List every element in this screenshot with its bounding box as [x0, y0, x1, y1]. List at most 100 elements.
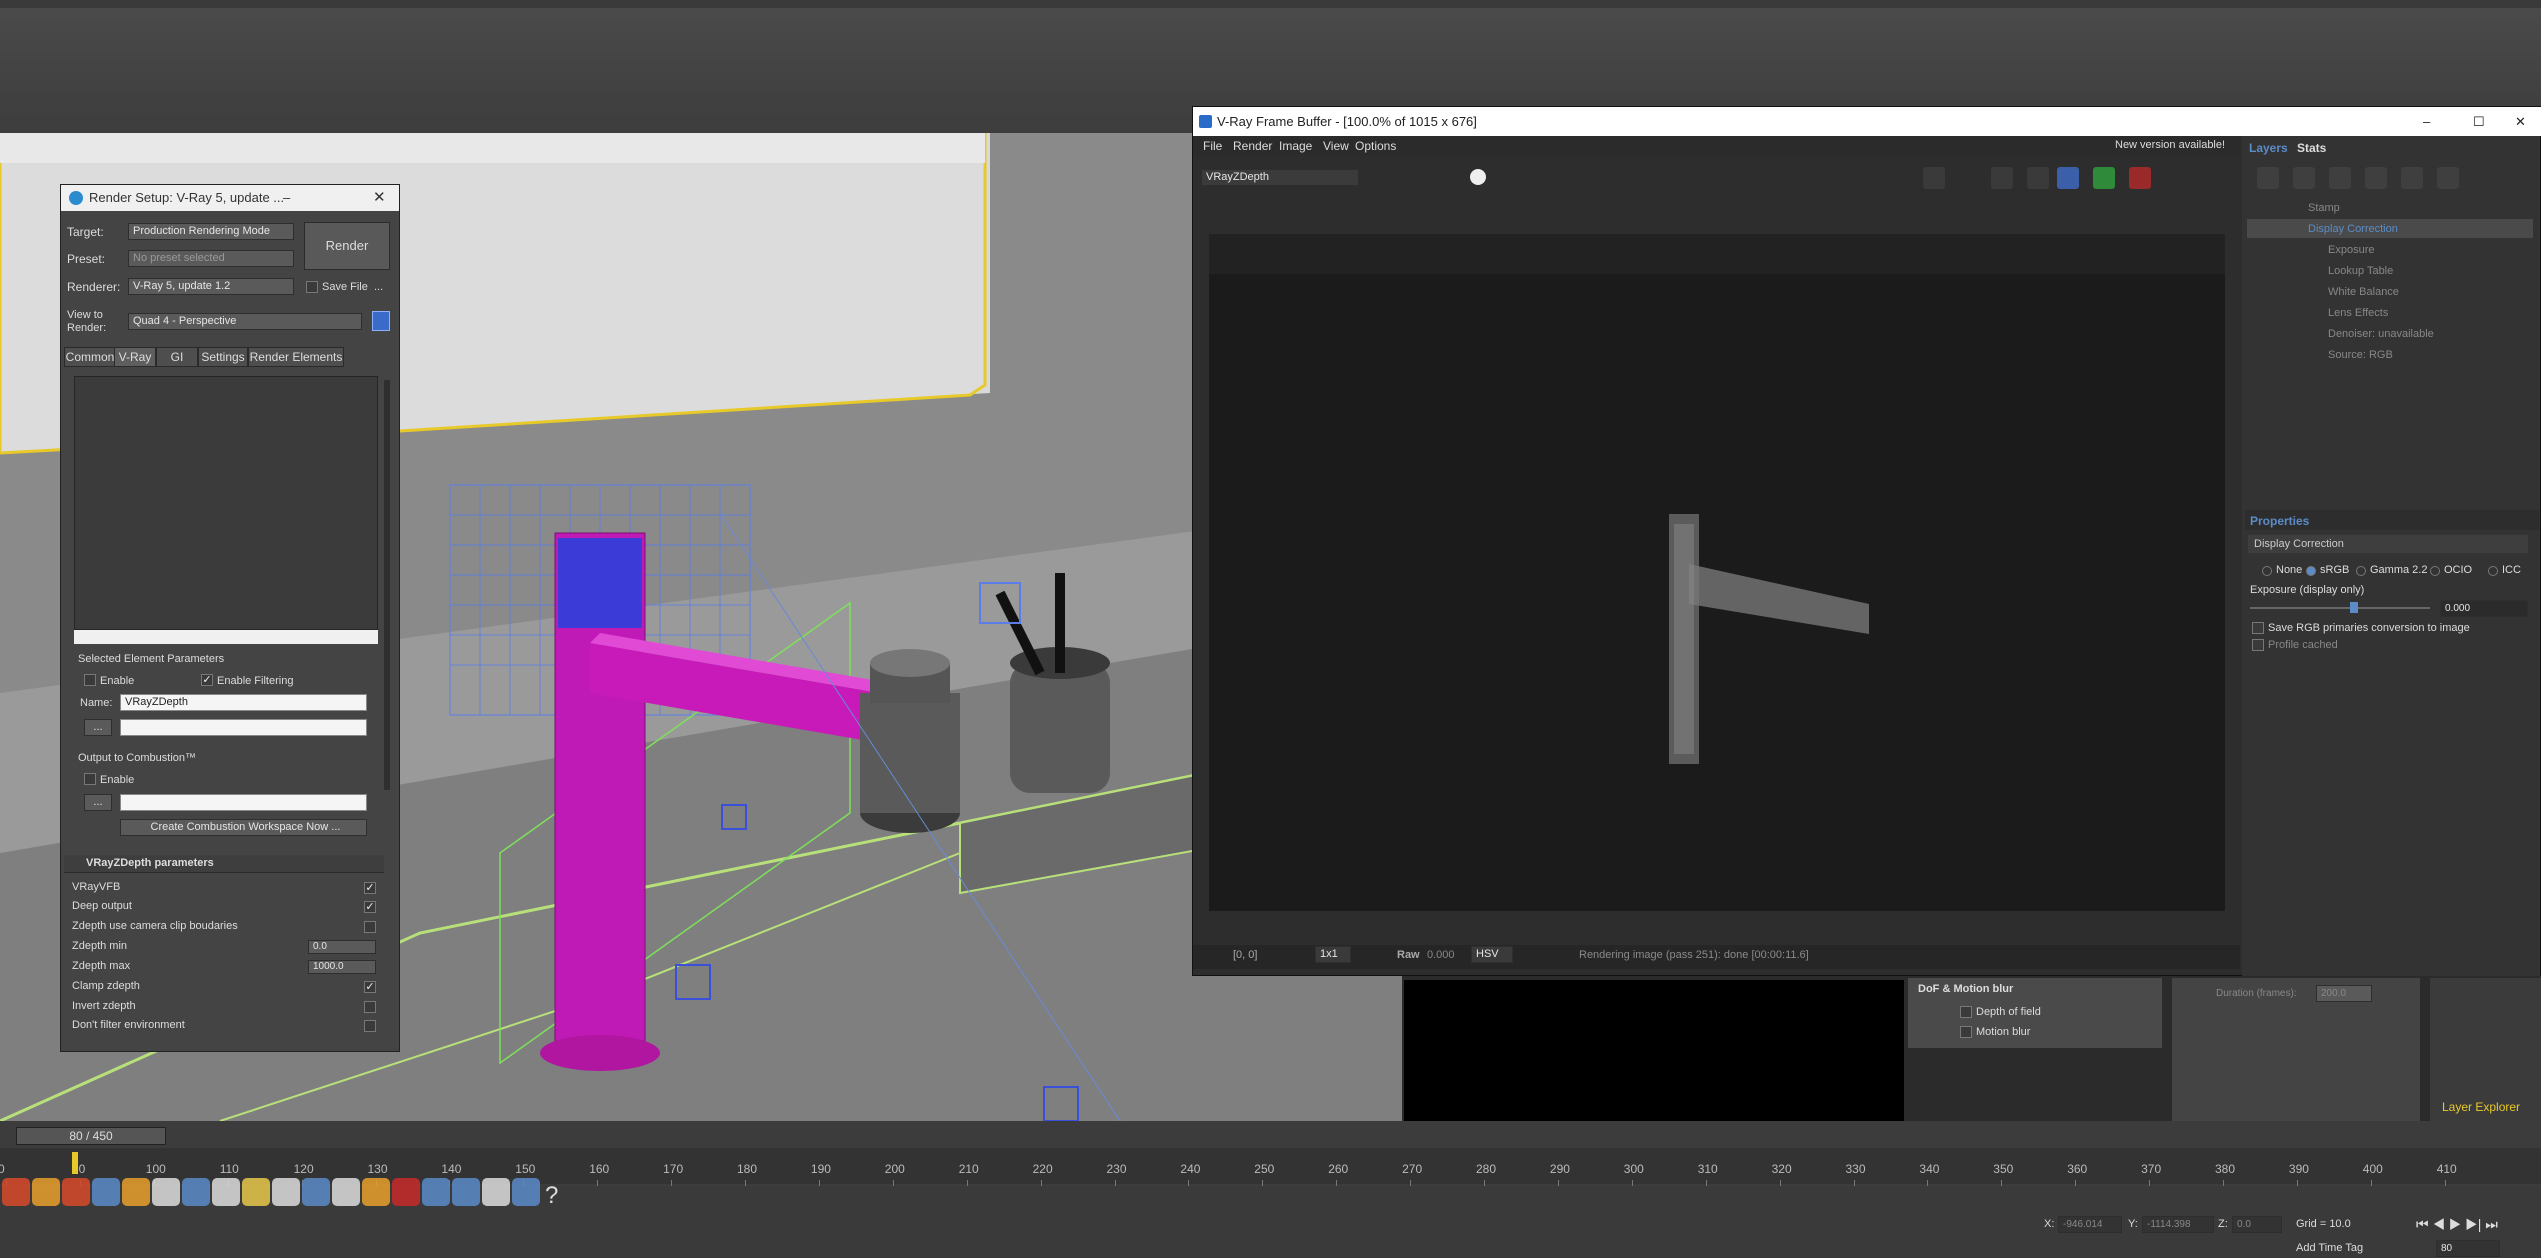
- tab-settings[interactable]: Settings: [198, 347, 248, 367]
- vray-toolbar-icon[interactable]: [92, 1178, 120, 1206]
- vray-toolbar-icon[interactable]: [182, 1178, 210, 1206]
- vray-toolbar-icon[interactable]: [62, 1178, 90, 1206]
- layer-source-rgb[interactable]: Source: RGB: [2328, 349, 2393, 361]
- vray-toolbar-icon[interactable]: [32, 1178, 60, 1206]
- create-combustion-button[interactable]: Create Combustion Workspace Now ...: [120, 819, 367, 836]
- vray-toolbar-icon[interactable]: [212, 1178, 240, 1206]
- z-coord-field[interactable]: 0.0: [2232, 1216, 2282, 1233]
- exposure-slider-handle[interactable]: [2350, 602, 2358, 613]
- close-button[interactable]: ✕: [373, 185, 386, 211]
- list-icon[interactable]: [2401, 167, 2423, 189]
- list-scrollbar[interactable]: [74, 630, 378, 644]
- vray-toolbar-icon[interactable]: [392, 1178, 420, 1206]
- menu-file[interactable]: File: [1203, 139, 1222, 153]
- exposure-slider[interactable]: [2250, 607, 2430, 609]
- combustion-enable-checkbox[interactable]: [84, 773, 96, 785]
- tab-common[interactable]: Common: [64, 347, 116, 367]
- clamp-zdepth-checkbox[interactable]: ✓: [364, 981, 376, 993]
- radio-srgb[interactable]: [2306, 566, 2316, 576]
- exposure-value[interactable]: 0.000: [2440, 600, 2528, 617]
- color-mode-dropdown[interactable]: HSV: [1471, 946, 1513, 963]
- vfb-maximize-button[interactable]: ☐: [2473, 107, 2485, 136]
- name-field[interactable]: VRayZDepth: [120, 694, 367, 711]
- tab-gi[interactable]: GI: [156, 347, 198, 367]
- vray-toolbar-icon[interactable]: [422, 1178, 450, 1206]
- vray-toolbar-icon[interactable]: [332, 1178, 360, 1206]
- menu-image[interactable]: Image: [1279, 139, 1312, 153]
- undo-icon[interactable]: [2437, 167, 2459, 189]
- current-frame-field[interactable]: 80: [2436, 1240, 2500, 1257]
- vray-toolbar-icon[interactable]: [152, 1178, 180, 1206]
- region-render-icon[interactable]: [1991, 167, 2013, 189]
- vray-toolbar-icon[interactable]: [2, 1178, 30, 1206]
- zdepth-max-spinner[interactable]: 1000.0: [308, 960, 376, 974]
- save-file-browse[interactable]: ...: [374, 281, 383, 293]
- combustion-browse-button[interactable]: ...: [84, 794, 112, 811]
- save-rgb-checkbox[interactable]: [2252, 622, 2264, 634]
- color-wheel-icon[interactable]: [1470, 169, 1486, 185]
- vfb-minimize-button[interactable]: –: [2423, 107, 2430, 136]
- time-slider[interactable]: 80 / 450: [16, 1127, 166, 1145]
- target-dropdown[interactable]: Production Rendering Mode: [128, 223, 294, 240]
- vertical-scrollbar[interactable]: [384, 380, 390, 790]
- save-icon[interactable]: [1923, 167, 1945, 189]
- help-icon[interactable]: ?: [545, 1182, 558, 1210]
- save-layers-icon[interactable]: [2329, 167, 2351, 189]
- remove-layer-icon[interactable]: [2293, 167, 2315, 189]
- load-layers-icon[interactable]: [2365, 167, 2387, 189]
- lock-view-button[interactable]: [372, 311, 390, 331]
- radio-gamma[interactable]: [2356, 566, 2366, 576]
- preset-dropdown[interactable]: No preset selected: [128, 250, 294, 267]
- menu-render[interactable]: Render: [1233, 139, 1272, 153]
- menu-options[interactable]: Options: [1355, 139, 1396, 153]
- radio-icc[interactable]: [2488, 566, 2498, 576]
- playback-controls-icon[interactable]: ⏮ ◀ ▶ ▶| ⏭: [2416, 1216, 2498, 1233]
- renderer-dropdown[interactable]: V-Ray 5, update 1.2: [128, 278, 294, 295]
- zdepth-min-spinner[interactable]: 0.0: [308, 940, 376, 954]
- add-time-tag[interactable]: Add Time Tag: [2296, 1242, 2363, 1254]
- depth-of-field-checkbox[interactable]: [1960, 1006, 1972, 1018]
- save-file-checkbox[interactable]: [306, 281, 318, 293]
- name-path-field[interactable]: [120, 719, 367, 736]
- name-browse-button[interactable]: ...: [84, 719, 112, 736]
- vray-toolbar-icon[interactable]: [122, 1178, 150, 1206]
- zoom-dropdown[interactable]: 1x1: [1315, 946, 1351, 963]
- radio-ocio[interactable]: [2430, 566, 2440, 576]
- vray-toolbar-icon[interactable]: [452, 1178, 480, 1206]
- refresh-icon[interactable]: [2093, 167, 2115, 189]
- profile-cached-checkbox[interactable]: [2252, 639, 2264, 651]
- vray-toolbar-icon[interactable]: [512, 1178, 540, 1206]
- x-coord-field[interactable]: -946.014: [2058, 1216, 2122, 1233]
- motion-blur-checkbox[interactable]: [1960, 1026, 1972, 1038]
- tab-layers[interactable]: Layers: [2249, 141, 2288, 155]
- layer-explorer-label[interactable]: Layer Explorer: [2442, 1100, 2520, 1114]
- enable-filtering-checkbox[interactable]: ✓: [201, 674, 213, 686]
- duration-spinner[interactable]: 200.0: [2316, 985, 2372, 1002]
- vray-toolbar-icon[interactable]: [272, 1178, 300, 1206]
- layer-denoiser[interactable]: Denoiser: unavailable: [2328, 328, 2434, 340]
- layer-stamp[interactable]: Stamp: [2308, 202, 2340, 214]
- channel-dropdown[interactable]: VRayZDepth: [1201, 169, 1359, 186]
- vray-toolbar-icon[interactable]: [482, 1178, 510, 1206]
- vray-toolbar-icon[interactable]: [302, 1178, 330, 1206]
- vfb-close-button[interactable]: ✕: [2515, 107, 2526, 136]
- y-coord-field[interactable]: -1114.398: [2142, 1216, 2214, 1233]
- minimize-button[interactable]: –: [283, 185, 290, 211]
- render-image-area[interactable]: [1209, 234, 2225, 911]
- deep-output-checkbox[interactable]: ✓: [364, 901, 376, 913]
- view-to-render-dropdown[interactable]: Quad 4 - Perspective: [128, 313, 362, 330]
- stop-icon[interactable]: [2129, 167, 2151, 189]
- menu-view[interactable]: View: [1323, 139, 1349, 153]
- layer-white-balance[interactable]: White Balance: [2328, 286, 2399, 298]
- vray-toolbar-icon[interactable]: [242, 1178, 270, 1206]
- tab-vray[interactable]: V-Ray: [114, 347, 156, 367]
- combustion-path-field[interactable]: [120, 794, 367, 811]
- tab-stats[interactable]: Stats: [2297, 141, 2326, 155]
- render-button[interactable]: Render: [304, 222, 390, 270]
- vray-toolbar-icon[interactable]: [362, 1178, 390, 1206]
- track-mouse-icon[interactable]: [2027, 167, 2049, 189]
- zdepth-camera-clip-checkbox[interactable]: [364, 921, 376, 933]
- dont-filter-env-checkbox[interactable]: [364, 1020, 376, 1032]
- layer-display-correction[interactable]: Display Correction: [2308, 223, 2398, 235]
- layer-lens-effects[interactable]: Lens Effects: [2328, 307, 2388, 319]
